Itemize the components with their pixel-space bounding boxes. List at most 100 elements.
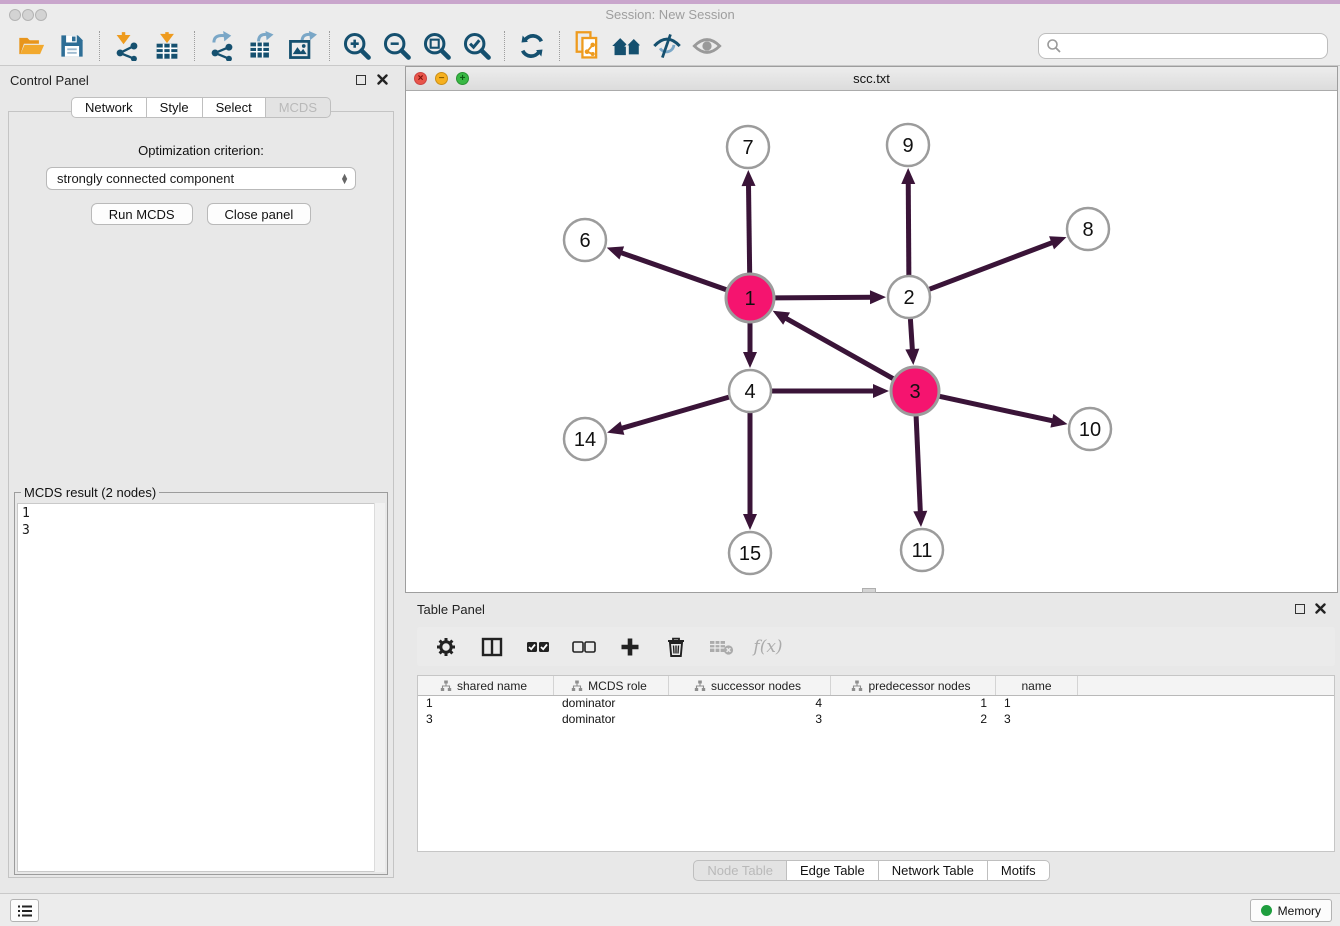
import-table-button[interactable] <box>147 29 187 63</box>
graph-node-10[interactable]: 10 <box>1069 408 1111 450</box>
graph-edge-1-7[interactable] <box>742 170 756 273</box>
first-neighbors-button[interactable] <box>607 29 647 63</box>
tab-network[interactable]: Network <box>71 97 147 118</box>
show-all-button[interactable] <box>687 29 727 63</box>
export-network-button[interactable] <box>202 29 242 63</box>
new-network-from-selection-button[interactable] <box>567 29 607 63</box>
delete-table-button[interactable] <box>709 634 735 660</box>
graph-edge-1-4[interactable] <box>743 323 757 368</box>
graph-edge-4-14[interactable] <box>607 397 729 435</box>
graph-edge-1-2[interactable] <box>775 290 886 304</box>
export-table-button[interactable] <box>242 29 282 63</box>
graph-node-3[interactable]: 3 <box>891 367 939 415</box>
graph-edge-4-3[interactable] <box>772 384 889 398</box>
graph-edge-1-6[interactable] <box>607 246 727 289</box>
graph-node-14[interactable]: 14 <box>564 418 606 460</box>
task-history-button[interactable] <box>10 899 39 922</box>
houses-icon <box>610 32 644 60</box>
zoom-out-button[interactable] <box>377 29 417 63</box>
tab-motifs[interactable]: Motifs <box>988 860 1050 881</box>
table-header-row: shared name MCDS role successor nodes pr… <box>418 676 1334 696</box>
graph-node-2[interactable]: 2 <box>888 276 930 318</box>
search-input[interactable] <box>1062 38 1320 53</box>
float-panel-button[interactable] <box>356 75 366 85</box>
delete-table-icon <box>709 638 735 656</box>
zoom-selected-button[interactable] <box>457 29 497 63</box>
titlebar: Session: New Session <box>0 4 1340 26</box>
tab-network-table[interactable]: Network Table <box>879 860 988 881</box>
cell-mcds-role[interactable]: dominator <box>554 712 669 728</box>
cell-successor-nodes[interactable]: 4 <box>669 696 831 712</box>
trash-icon <box>666 636 686 658</box>
cell-mcds-role[interactable]: dominator <box>554 696 669 712</box>
column-header-successor-nodes[interactable]: successor nodes <box>669 676 831 695</box>
splitter-handle[interactable] <box>862 588 876 593</box>
open-session-button[interactable] <box>12 29 52 63</box>
cell-successor-nodes[interactable]: 3 <box>669 712 831 728</box>
tab-mcds[interactable]: MCDS <box>266 97 331 118</box>
mcds-result-textarea[interactable]: 1 3 <box>17 503 385 872</box>
graph-node-15[interactable]: 15 <box>729 532 771 574</box>
graph-node-8[interactable]: 8 <box>1067 208 1109 250</box>
graph-node-6[interactable]: 6 <box>564 219 606 261</box>
close-panel-icon[interactable] <box>377 74 388 85</box>
close-panel-button[interactable]: Close panel <box>207 203 312 225</box>
cell-predecessor-nodes[interactable]: 2 <box>831 712 996 728</box>
graph-node-4[interactable]: 4 <box>729 370 771 412</box>
network-canvas[interactable]: 7 9 6 8 1 2 4 3 14 10 15 11 <box>406 91 1337 592</box>
graph-node-1[interactable]: 1 <box>726 274 774 322</box>
cell-predecessor-nodes[interactable]: 1 <box>831 696 996 712</box>
graph-edge-3-1[interactable] <box>773 311 894 379</box>
zoom-fit-button[interactable] <box>417 29 457 63</box>
zoom-in-button[interactable] <box>337 29 377 63</box>
hide-selected-button[interactable] <box>647 29 687 63</box>
cell-shared-name[interactable]: 3 <box>418 712 554 728</box>
delete-column-button[interactable] <box>663 634 689 660</box>
optimization-criterion-select[interactable]: strongly connected component ▲▼ <box>46 167 356 190</box>
refresh-button[interactable] <box>512 29 552 63</box>
optimization-criterion-label: Optimization criterion: <box>9 143 393 158</box>
cell-name[interactable]: 1 <box>996 696 1078 712</box>
graph-edge-3-10[interactable] <box>939 396 1067 427</box>
add-column-button[interactable] <box>617 634 643 660</box>
select-all-columns-button[interactable] <box>525 634 551 660</box>
graph-edge-4-15[interactable] <box>743 413 757 530</box>
save-session-button[interactable] <box>52 29 92 63</box>
column-header-predecessor-nodes[interactable]: predecessor nodes <box>831 676 996 695</box>
function-builder-button[interactable]: f(x) <box>755 634 781 660</box>
tab-style[interactable]: Style <box>147 97 203 118</box>
run-mcds-button[interactable]: Run MCDS <box>91 203 193 225</box>
tab-node-table[interactable]: Node Table <box>693 860 787 881</box>
column-header-mcds-role[interactable]: MCDS role <box>554 676 669 695</box>
graph-edge-2-8[interactable] <box>930 236 1067 289</box>
graph-node-9[interactable]: 9 <box>887 124 929 166</box>
graph-edge-2-9[interactable] <box>901 168 915 275</box>
close-table-panel-icon[interactable] <box>1315 603 1326 614</box>
column-header-name[interactable]: name <box>996 676 1078 695</box>
tab-edge-table[interactable]: Edge Table <box>787 860 879 881</box>
graph-node-7[interactable]: 7 <box>727 126 769 168</box>
result-scrollbar[interactable] <box>374 503 385 872</box>
zoom-selected-icon <box>462 31 492 61</box>
column-header-shared-name[interactable]: shared name <box>418 676 554 695</box>
node-label: 3 <box>909 381 920 403</box>
graph-edge-2-3[interactable] <box>905 319 919 365</box>
tab-select[interactable]: Select <box>203 97 266 118</box>
table-row[interactable]: 1 dominator 4 1 1 <box>418 696 1334 712</box>
table-row[interactable]: 3 dominator 3 2 3 <box>418 712 1334 728</box>
cell-name[interactable]: 3 <box>996 712 1078 728</box>
column-view-button[interactable] <box>479 634 505 660</box>
float-table-panel-button[interactable] <box>1295 604 1305 614</box>
network-window-titlebar[interactable]: × − + scc.txt <box>406 67 1337 91</box>
search-field[interactable] <box>1038 33 1328 59</box>
cell-shared-name[interactable]: 1 <box>418 696 554 712</box>
memory-button[interactable]: Memory <box>1250 899 1332 922</box>
import-network-button[interactable] <box>107 29 147 63</box>
export-image-button[interactable] <box>282 29 322 63</box>
deselect-all-columns-button[interactable] <box>571 634 597 660</box>
graph-edge-3-11[interactable] <box>913 416 927 527</box>
select-chevrons-icon: ▲▼ <box>340 174 349 184</box>
mcds-panel: Optimization criterion: strongly connect… <box>8 111 394 878</box>
table-settings-button[interactable] <box>433 634 459 660</box>
graph-node-11[interactable]: 11 <box>901 529 943 571</box>
